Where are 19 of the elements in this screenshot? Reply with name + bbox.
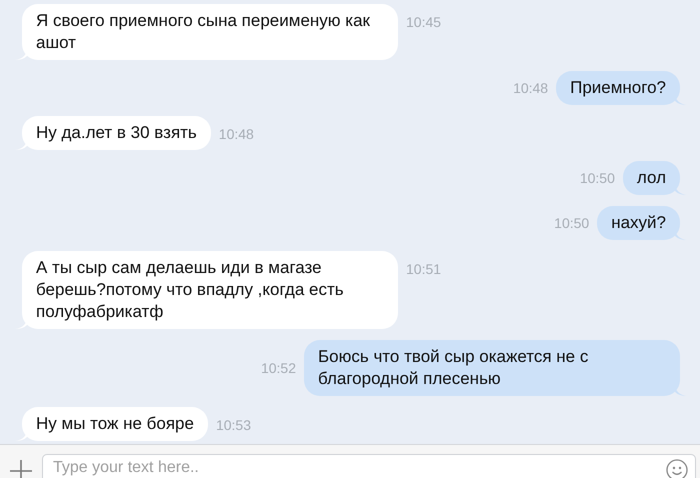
message-time: 10:45 [406,13,442,32]
message-time: 10:50 [580,168,615,188]
message-time: 10:48 [513,78,548,98]
message-input[interactable]: Type your text here.. [42,454,696,478]
message-time: 10:51 [406,260,442,279]
plus-icon[interactable] [10,460,32,478]
message-bubble: Ну мы тож не бояре [22,407,208,441]
message-bubble: Приемного? [556,71,680,105]
message-bubble: Ну да.лет в 30 взять [22,116,211,150]
message-time: 10:53 [216,416,252,435]
smiley-icon[interactable] [666,459,688,478]
message-bubble: лол [622,161,680,195]
message-bubble: Я своего приемного сына переименую как ашот [22,4,398,60]
message-time: 10:50 [554,214,590,232]
message-bubble: Боюсь что твой сыр окажется не с благородной плесенью [304,340,680,396]
message-bubble: нахуй? [597,206,680,240]
message-time: 10:48 [218,125,254,144]
message-bubble: А ты сыр сам делаешь иди в магазе берешь?потому что впадлу ,когда есть полуфабрикатф [22,251,398,329]
message-time: 10:52 [260,358,296,378]
